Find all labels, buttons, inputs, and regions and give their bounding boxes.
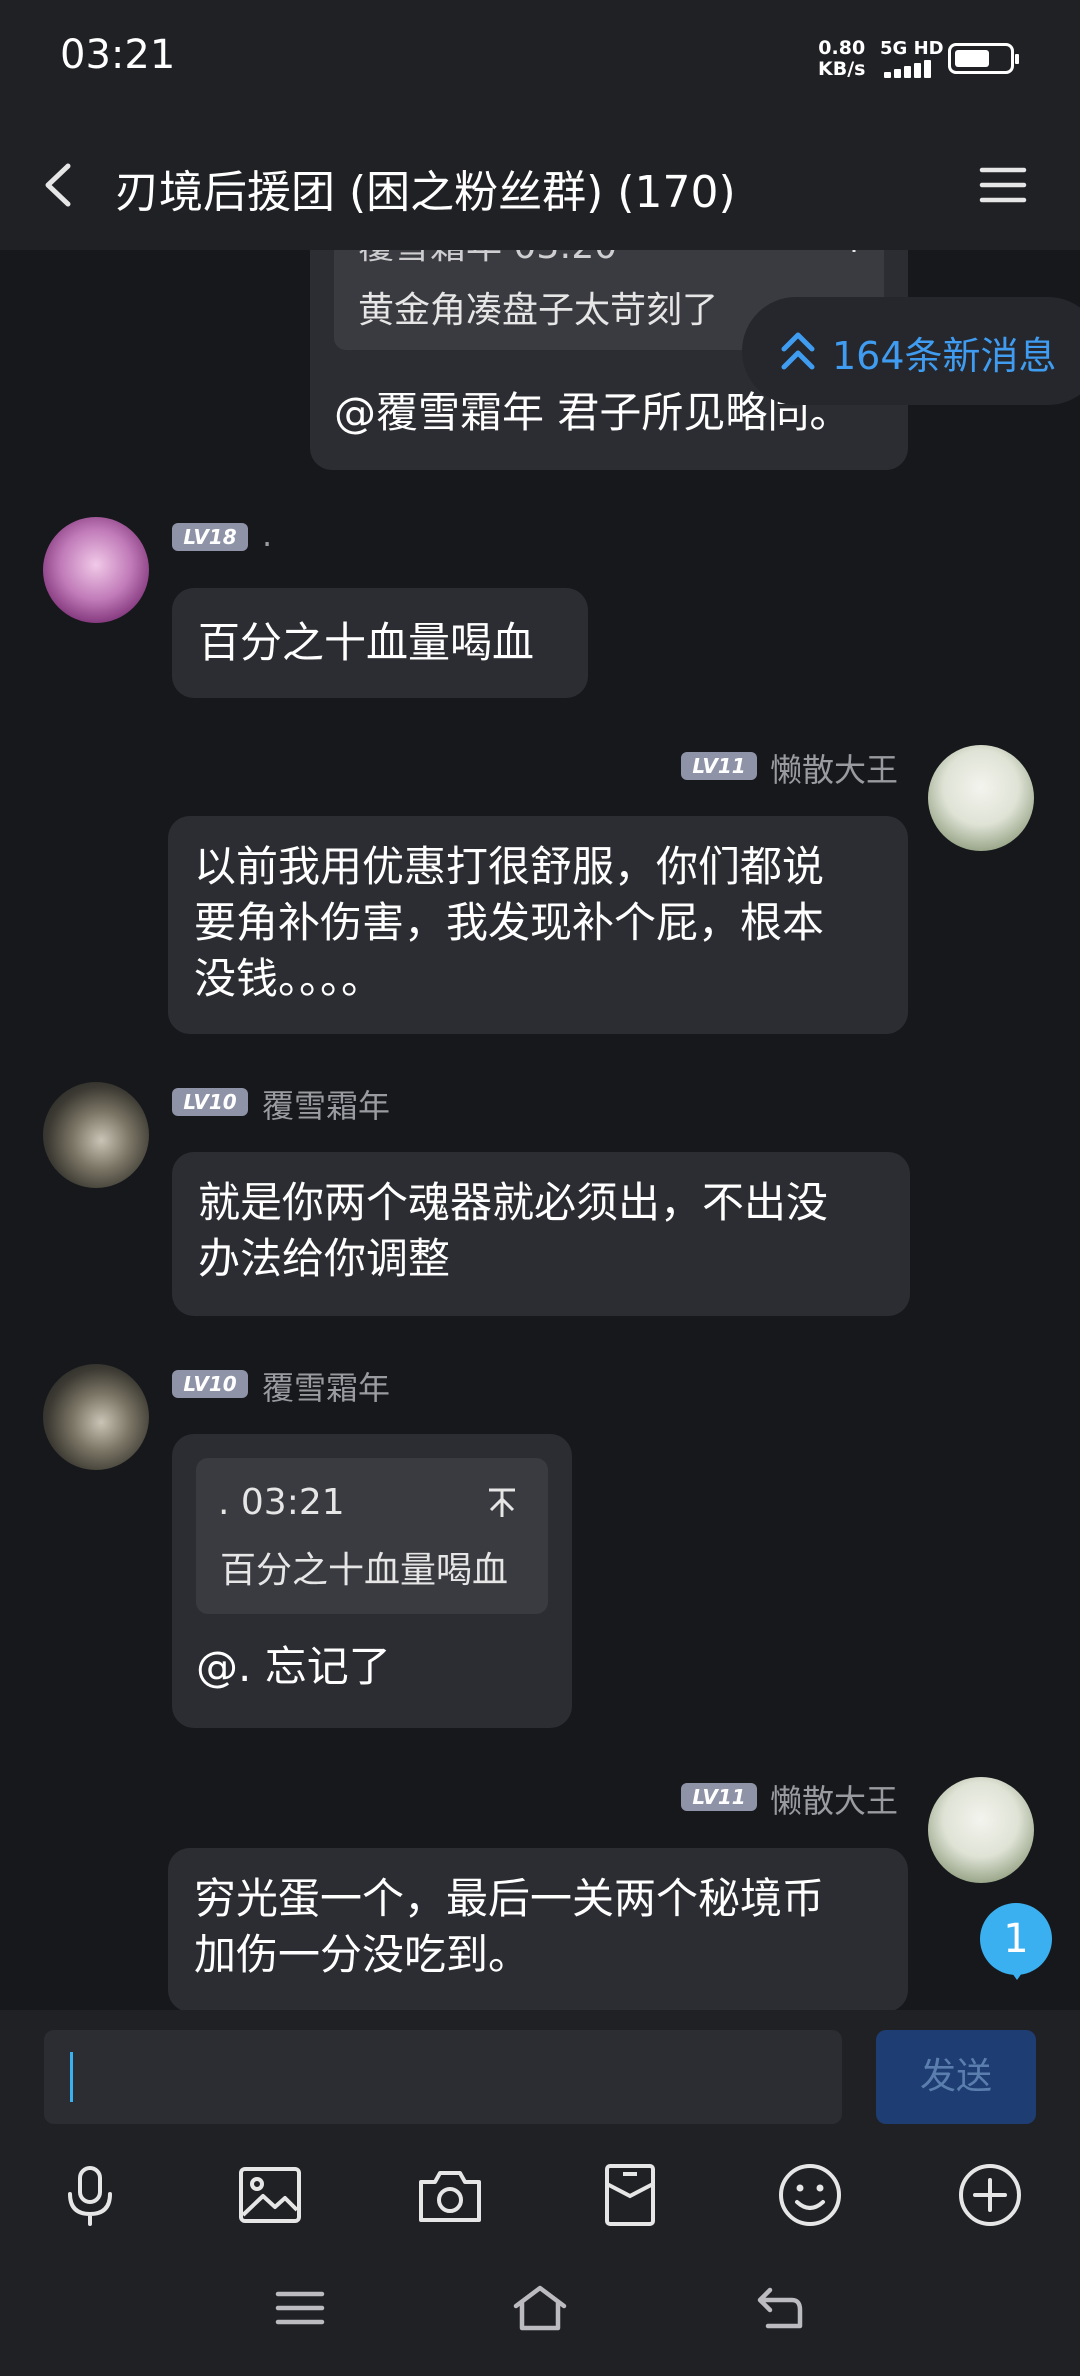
level-badge: LV18	[172, 523, 248, 551]
message-text: @. 忘记了	[196, 1642, 391, 1691]
net-speed-value: 0.80	[818, 37, 866, 59]
quote-sender: . 03:21	[218, 1482, 345, 1523]
message-bubble[interactable]: 以前我用优惠打很舒服，你们都说 要角补伤害，我发现补个屁，根本 没钱。。。。	[168, 816, 908, 1034]
message-text-line: 要角补伤害，我发现补个屁，根本	[194, 898, 825, 947]
message-text-line: 就是你两个魂器就必须出，不出没	[198, 1178, 829, 1227]
chevron-left-icon	[45, 163, 71, 207]
back-icon[interactable]	[752, 2280, 808, 2336]
sender-name[interactable]: 覆雪霜年	[262, 1363, 390, 1409]
quote-jump-icon[interactable]	[839, 250, 869, 254]
message-bubble[interactable]: 百分之十血量喝血	[172, 588, 588, 698]
level-badge: LV10	[172, 1088, 248, 1116]
camera-icon[interactable]	[415, 2160, 485, 2230]
quoted-message[interactable]: . 03:21 百分之十血量喝血	[196, 1458, 548, 1614]
red-packet-icon[interactable]	[595, 2160, 665, 2230]
quote-jump-icon[interactable]	[486, 1486, 518, 1520]
sender-name[interactable]: 懒散大王	[770, 1776, 898, 1822]
sender-name[interactable]: 懒散大王	[770, 745, 898, 791]
double-chevron-up-icon	[781, 332, 815, 370]
message-text-line: 办法给你调整	[198, 1234, 451, 1283]
home-icon[interactable]	[512, 2280, 568, 2336]
menu-icon[interactable]	[272, 2280, 328, 2336]
image-icon[interactable]	[235, 2160, 305, 2230]
net-speed-unit: KB/s	[818, 58, 866, 80]
avatar[interactable]	[43, 1082, 149, 1188]
quote-text: 黄金角凑盘子太苛刻了	[358, 290, 719, 331]
sender-name[interactable]: 覆雪霜年	[262, 1081, 390, 1127]
quote-sender: 覆雪霜年 03:20	[358, 250, 617, 272]
group-menu-button[interactable]	[978, 160, 1028, 210]
avatar[interactable]	[43, 517, 149, 623]
new-messages-label: 164条新消息	[832, 334, 1057, 378]
net-speed: 0.80 KB/s	[818, 38, 865, 80]
sender-name[interactable]: .	[262, 516, 272, 554]
new-messages-button[interactable]: 164条新消息	[742, 297, 1080, 405]
level-badge: LV10	[172, 1370, 248, 1398]
avatar[interactable]	[928, 1777, 1034, 1883]
quote-text: 百分之十血量喝血	[220, 1550, 509, 1591]
status-time: 03:21	[60, 32, 176, 78]
level-badge: LV11	[681, 752, 757, 780]
message-bubble[interactable]: 穷光蛋一个，最后一关两个秘境币 加伤一分没吃到。	[168, 1848, 908, 2010]
message-text-line: 加伤一分没吃到。	[194, 1930, 531, 1979]
level-badge: LV11	[681, 1783, 757, 1811]
page-title: 刃境后援团 (困之粉丝群) (170)	[115, 167, 736, 218]
emoji-icon[interactable]	[775, 2160, 845, 2230]
signal-label: 5G HD	[880, 38, 944, 59]
message-input[interactable]	[44, 2030, 842, 2124]
chat-header: 刃境后援团 (困之粉丝群) (170)	[0, 120, 1080, 250]
avatar[interactable]	[928, 745, 1034, 851]
send-button[interactable]: 发送	[876, 2030, 1036, 2124]
plus-icon[interactable]	[955, 2160, 1025, 2230]
message-text: 百分之十血量喝血	[198, 618, 535, 667]
hamburger-icon	[979, 167, 1027, 203]
signal-icon	[884, 60, 936, 78]
battery-icon	[948, 43, 1019, 74]
chat-message-list[interactable]: 覆雪霜年 03:20 黄金角凑盘子太苛刻了 @覆雪霜年 君子所见略同。 164条…	[0, 250, 1080, 2010]
back-button[interactable]	[36, 160, 86, 210]
message-bubble[interactable]: 就是你两个魂器就必须出，不出没 办法给你调整	[172, 1152, 910, 1316]
message-text-line: 穷光蛋一个，最后一关两个秘境币	[194, 1874, 825, 1923]
text-caret	[70, 2052, 73, 2102]
unread-badge-tail	[1007, 1966, 1027, 1980]
microphone-icon[interactable]	[55, 2160, 125, 2230]
unread-count-badge[interactable]: 1	[980, 1903, 1052, 1975]
message-text-line: 以前我用优惠打很舒服，你们都说	[194, 842, 825, 891]
message-text-line: 没钱。。。。	[194, 954, 384, 1003]
status-bar: 03:21 0.80 KB/s 5G HD	[0, 0, 1080, 120]
message-bubble[interactable]: . 03:21 百分之十血量喝血 @. 忘记了	[172, 1434, 572, 1728]
avatar[interactable]	[43, 1364, 149, 1470]
